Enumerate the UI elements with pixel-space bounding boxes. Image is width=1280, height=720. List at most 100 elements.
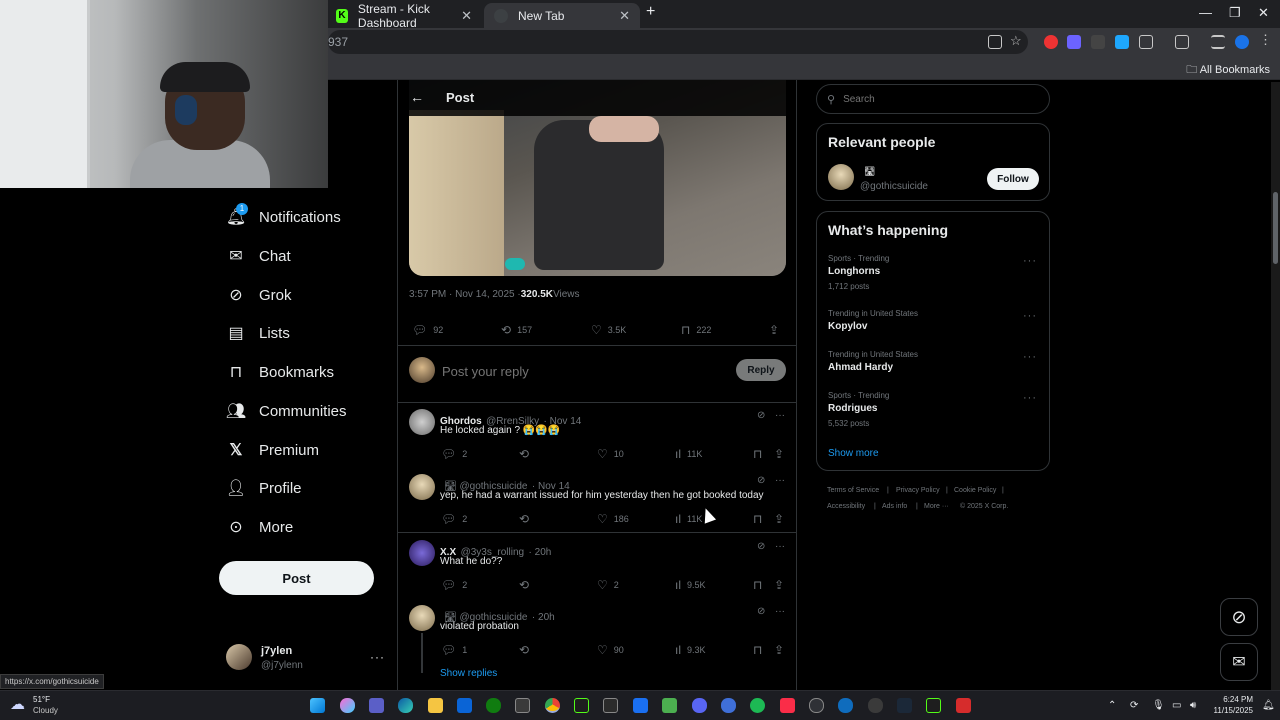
trend-more-icon[interactable]: ···	[1023, 310, 1037, 322]
extensions-puzzle-icon[interactable]	[1139, 35, 1153, 49]
steam-icon[interactable]	[897, 698, 912, 713]
show-replies-link[interactable]: Show replies	[440, 668, 497, 679]
obs-2-icon[interactable]	[926, 698, 941, 713]
weather-temp[interactable]: 51°F	[33, 695, 50, 704]
reply-likes[interactable]: ♡ 2	[597, 578, 619, 592]
more-options-icon[interactable]: ···	[775, 475, 785, 486]
notification-bell-icon[interactable]: 🔔︎	[1262, 700, 1275, 711]
reply-avatar[interactable]	[409, 540, 435, 566]
tray-sync-icon[interactable]: ⟳	[1130, 700, 1138, 711]
nav-item-lists[interactable]: ▤ Lists	[226, 318, 289, 348]
nav-item-communities[interactable]: 👥︎ Communities	[226, 396, 347, 426]
nav-item-more[interactable]: ⊙ More	[226, 512, 293, 542]
mail-app-icon[interactable]	[457, 698, 472, 713]
trend-more-icon[interactable]: ···	[1023, 351, 1037, 363]
reply-reposts[interactable]: ⟲	[519, 643, 535, 657]
store-icon[interactable]	[515, 698, 530, 713]
bookmarks-metric[interactable]: ⊓ 222	[681, 323, 711, 337]
media-control-icon[interactable]	[1211, 35, 1225, 49]
maximize-icon[interactable]: ❐	[1229, 5, 1241, 21]
app-globe-icon[interactable]	[721, 698, 736, 713]
reply-replies[interactable]: 💬︎ 2	[441, 578, 467, 592]
reposts-metric[interactable]: ⟲ 157	[501, 323, 532, 337]
tab-kick-dashboard[interactable]: K Stream - Kick Dashboard ✕	[326, 2, 482, 30]
trend-item[interactable]: Trending in United States Ahmad Hardy	[828, 350, 918, 373]
spotify-icon[interactable]	[750, 698, 765, 713]
new-tab-plus-icon[interactable]: +	[646, 3, 655, 21]
grok-analyze-icon[interactable]: ⊘	[757, 475, 765, 486]
windows-start-icon[interactable]	[310, 698, 325, 713]
relevant-person-avatar[interactable]	[828, 164, 854, 190]
reply-replies[interactable]: 💬︎ 2	[441, 512, 467, 526]
reply-avatar[interactable]	[409, 605, 435, 631]
reply-likes[interactable]: ♡ 186	[597, 512, 629, 526]
tray-display-icon[interactable]: ▭	[1172, 700, 1181, 711]
likes-metric[interactable]: ♡ 3.5K	[591, 323, 626, 337]
nav-item-profile[interactable]: 👤︎ Profile	[226, 473, 302, 503]
browser-menu-icon[interactable]: ⋮	[1259, 32, 1273, 47]
reply-share-icon[interactable]: ⇪	[774, 578, 790, 592]
share-icon[interactable]: ⇪	[769, 323, 785, 337]
reply-likes[interactable]: ♡ 90	[597, 643, 624, 657]
reply-share-icon[interactable]: ⇪	[774, 512, 790, 526]
back-arrow-icon[interactable]: ←	[410, 89, 424, 105]
edge-icon[interactable]	[398, 698, 413, 713]
accessibility-link[interactable]: Accessibility	[827, 503, 865, 510]
reply-views[interactable]: ıl 11K	[675, 447, 702, 461]
close-tab-icon[interactable]: ✕	[461, 8, 472, 24]
chrome-icon[interactable]	[545, 698, 560, 713]
scrollbar-thumb[interactable]	[1273, 192, 1278, 264]
account-name[interactable]: j7ylen	[261, 645, 292, 657]
extension-red-icon[interactable]	[1044, 35, 1058, 49]
grok-analyze-icon[interactable]: ⊘	[757, 606, 765, 617]
reply-views[interactable]: ıl 9.5K	[675, 578, 706, 592]
reply-avatar[interactable]	[409, 409, 435, 435]
all-bookmarks-button[interactable]: 🗀 All Bookmarks	[1186, 61, 1270, 80]
search-box[interactable]: ⚲	[816, 84, 1050, 114]
obs-icon[interactable]	[574, 698, 589, 713]
star-bookmark-icon[interactable]: ☆	[1010, 33, 1024, 48]
close-window-icon[interactable]: ✕	[1258, 5, 1269, 21]
app-red-icon[interactable]	[956, 698, 971, 713]
app-circle-icon[interactable]	[809, 698, 824, 713]
privacy-link[interactable]: Privacy Policy	[896, 487, 940, 494]
reply-replies[interactable]: 💬︎ 1	[441, 643, 467, 657]
follow-button[interactable]: Follow	[987, 168, 1039, 190]
reply-avatar[interactable]	[409, 474, 435, 500]
app-blue-icon[interactable]	[633, 698, 648, 713]
reply-share-icon[interactable]: ⇪	[774, 447, 790, 461]
extension-blue-icon[interactable]	[1115, 35, 1129, 49]
trend-item[interactable]: Trending in United States Kopylov	[828, 309, 918, 332]
reply-bookmark-icon[interactable]: ⊓	[753, 447, 768, 461]
trend-item[interactable]: Sports · Trending Rodrigues 5,532 posts	[828, 391, 889, 428]
account-menu-icon[interactable]: ···	[370, 650, 385, 664]
page-scrollbar[interactable]	[1271, 82, 1280, 690]
profile-avatar-icon[interactable]	[1235, 35, 1249, 49]
cookie-link[interactable]: Cookie Policy	[954, 487, 996, 494]
more-options-icon[interactable]: ···	[775, 410, 785, 421]
replies-metric[interactable]: 💬︎ 92	[412, 323, 443, 337]
tray-chevron-up-icon[interactable]: ⌃	[1108, 700, 1116, 711]
side-panel-icon[interactable]	[1175, 35, 1189, 49]
nav-item-premium[interactable]: 𝕏 Premium	[226, 435, 319, 465]
clock-date[interactable]: 11/15/2025	[1205, 706, 1253, 715]
teams-icon[interactable]	[369, 698, 384, 713]
more-options-icon[interactable]: ···	[775, 606, 785, 617]
close-tab-icon[interactable]: ✕	[619, 8, 630, 24]
nav-item-notifications[interactable]: 🔔︎ 1 Notifications	[226, 202, 341, 232]
tray-mic-icon[interactable]: 🎙︎	[1152, 700, 1165, 711]
address-bar[interactable]: 937	[328, 30, 1028, 54]
extension-grey-icon[interactable]	[1091, 35, 1105, 49]
discord-icon[interactable]	[692, 698, 707, 713]
settings-gear-icon[interactable]	[868, 698, 883, 713]
epic-games-icon[interactable]	[603, 698, 618, 713]
reply-reposts[interactable]: ⟲	[519, 578, 535, 592]
extension-shield-icon[interactable]	[1067, 35, 1081, 49]
trend-more-icon[interactable]: ···	[1023, 392, 1037, 404]
copilot-icon[interactable]	[340, 698, 355, 713]
post-button[interactable]: Post	[219, 561, 374, 595]
terms-link[interactable]: Terms of Service	[827, 487, 879, 494]
grok-analyze-icon[interactable]: ⊘	[757, 410, 765, 421]
minimize-icon[interactable]: —	[1199, 5, 1212, 20]
nav-item-bookmarks[interactable]: ⊓ Bookmarks	[226, 357, 334, 387]
